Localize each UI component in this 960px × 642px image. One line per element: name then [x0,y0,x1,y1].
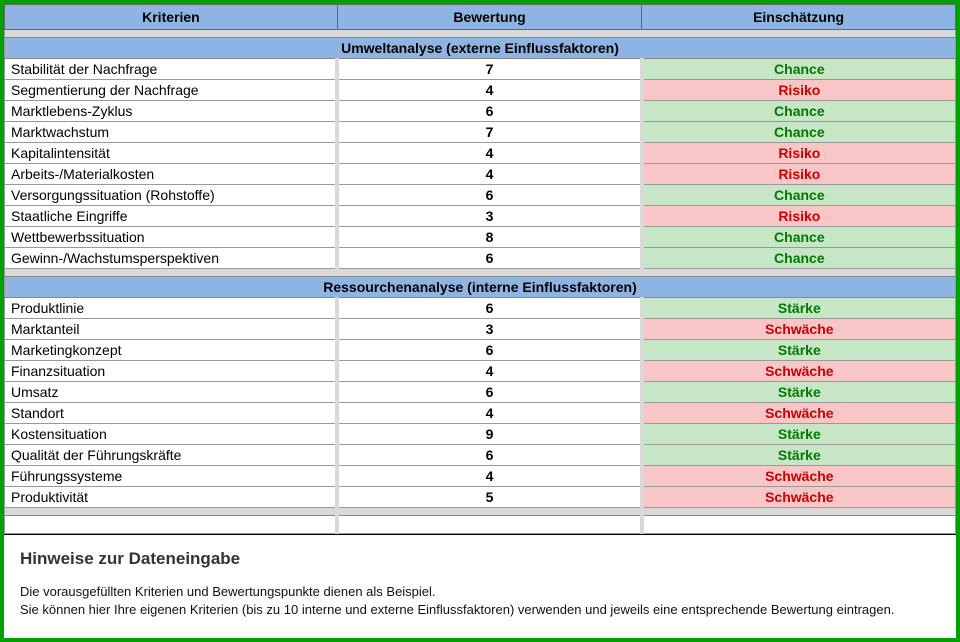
criterion-cell[interactable]: Standort [5,403,338,424]
section-header: Umweltanalyse (externe Einflussfaktoren) [5,38,956,59]
rating-cell[interactable]: 3 [337,206,641,227]
table-row: Führungssysteme4Schwäche [5,466,956,487]
assessment-cell: Risiko [642,143,956,164]
criterion-cell[interactable]: Stabilität der Nachfrage [5,59,338,80]
criterion-cell[interactable]: Führungssysteme [5,466,338,487]
assessment-cell: Stärke [642,340,956,361]
section-header: Ressourchenanalyse (interne Einflussfakt… [5,277,956,298]
rating-cell[interactable]: 6 [337,298,641,319]
table-row: Produktlinie6Stärke [5,298,956,319]
rating-cell[interactable]: 4 [337,403,641,424]
criterion-cell[interactable]: Umsatz [5,382,338,403]
criterion-cell[interactable]: Staatliche Eingriffe [5,206,338,227]
assessment-cell: Schwäche [642,319,956,340]
rating-cell[interactable]: 6 [337,445,641,466]
assessment-cell: Stärke [642,298,956,319]
table-row: Wettbewerbssituation8Chance [5,227,956,248]
header-criteria: Kriterien [5,5,338,30]
table-row: Stabilität der Nachfrage7Chance [5,59,956,80]
assessment-cell: Chance [642,122,956,143]
criterion-cell[interactable]: Wettbewerbssituation [5,227,338,248]
assessment-cell: Chance [642,185,956,206]
table-row: Staatliche Eingriffe3Risiko [5,206,956,227]
table-row: Produktivität5Schwäche [5,487,956,508]
criterion-cell[interactable]: Gewinn-/Wachstumsperspektiven [5,248,338,269]
table-row: Marktlebens-Zyklus6Chance [5,101,956,122]
rating-cell[interactable]: 5 [337,487,641,508]
assessment-cell: Chance [642,101,956,122]
criterion-cell[interactable]: Kostensituation [5,424,338,445]
table-row: Kostensituation9Stärke [5,424,956,445]
criterion-cell[interactable]: Produktivität [5,487,338,508]
assessment-cell: Schwäche [642,361,956,382]
notes-title: Hinweise zur Dateneingabe [20,549,940,569]
rating-cell[interactable]: 4 [337,361,641,382]
table-row: Versorgungssituation (Rohstoffe)6Chance [5,185,956,206]
table-row: Marketingkonzept6Stärke [5,340,956,361]
assessment-cell: Risiko [642,80,956,101]
rating-cell[interactable]: 7 [337,122,641,143]
table-row: Kapitalintensität4Risiko [5,143,956,164]
rating-cell[interactable]: 6 [337,382,641,403]
criterion-cell[interactable]: Marktwachstum [5,122,338,143]
analysis-sheet: Kriterien Bewertung Einschätzung Umwelta… [4,4,956,638]
table-row: Marktanteil3Schwäche [5,319,956,340]
criterion-cell[interactable]: Segmentierung der Nachfrage [5,80,338,101]
criterion-cell[interactable]: Arbeits-/Materialkosten [5,164,338,185]
rating-cell[interactable]: 6 [337,101,641,122]
rating-cell[interactable]: 6 [337,340,641,361]
rating-cell[interactable]: 7 [337,59,641,80]
table-row: Finanzsituation4Schwäche [5,361,956,382]
assessment-cell: Schwäche [642,466,956,487]
rating-cell[interactable]: 4 [337,143,641,164]
rating-cell[interactable]: 3 [337,319,641,340]
analysis-table: Kriterien Bewertung Einschätzung Umwelta… [4,4,956,534]
section-divider [5,269,956,277]
table-row: Marktwachstum7Chance [5,122,956,143]
assessment-cell: Stärke [642,424,956,445]
table-row: Umsatz6Stärke [5,382,956,403]
section-divider [5,30,956,38]
criterion-cell[interactable]: Marktanteil [5,319,338,340]
criterion-cell[interactable]: Marktlebens-Zyklus [5,101,338,122]
rating-cell[interactable]: 8 [337,227,641,248]
rating-cell[interactable]: 6 [337,248,641,269]
header-row: Kriterien Bewertung Einschätzung [5,5,956,30]
assessment-cell: Risiko [642,164,956,185]
table-row: Segmentierung der Nachfrage4Risiko [5,80,956,101]
rating-cell[interactable]: 4 [337,466,641,487]
criterion-cell[interactable]: Versorgungssituation (Rohstoffe) [5,185,338,206]
section-title: Umweltanalyse (externe Einflussfaktoren) [5,38,956,59]
criterion-cell[interactable]: Kapitalintensität [5,143,338,164]
rating-cell[interactable]: 9 [337,424,641,445]
header-rating: Bewertung [337,5,641,30]
empty-row [5,516,956,534]
assessment-cell: Stärke [642,445,956,466]
assessment-cell: Chance [642,248,956,269]
assessment-cell: Schwäche [642,403,956,424]
table-row: Arbeits-/Materialkosten4Risiko [5,164,956,185]
section-divider [5,508,956,516]
rating-cell[interactable]: 4 [337,164,641,185]
section-title: Ressourchenanalyse (interne Einflussfakt… [5,277,956,298]
notes-body: Die vorausgefüllten Kriterien und Bewert… [20,583,940,618]
criterion-cell[interactable]: Qualität der Führungskräfte [5,445,338,466]
table-row: Gewinn-/Wachstumsperspektiven6Chance [5,248,956,269]
table-row: Standort4Schwäche [5,403,956,424]
rating-cell[interactable]: 4 [337,80,641,101]
assessment-cell: Chance [642,59,956,80]
notes-line2: Sie können hier Ihre eigenen Kriterien (… [20,602,894,617]
notes-line1: Die vorausgefüllten Kriterien und Bewert… [20,584,436,599]
criterion-cell[interactable]: Finanzsituation [5,361,338,382]
assessment-cell: Stärke [642,382,956,403]
rating-cell[interactable]: 6 [337,185,641,206]
criterion-cell[interactable]: Marketingkonzept [5,340,338,361]
criterion-cell[interactable]: Produktlinie [5,298,338,319]
assessment-cell: Schwäche [642,487,956,508]
assessment-cell: Risiko [642,206,956,227]
notes-box: Hinweise zur Dateneingabe Die vorausgefü… [4,534,956,638]
table-row: Qualität der Führungskräfte6Stärke [5,445,956,466]
assessment-cell: Chance [642,227,956,248]
header-assessment: Einschätzung [642,5,956,30]
